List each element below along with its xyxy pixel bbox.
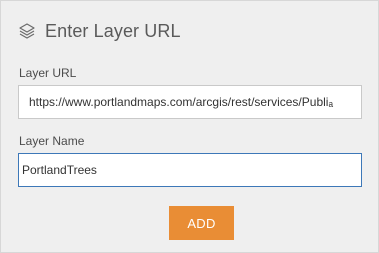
panel-header: Enter Layer URL <box>18 19 181 43</box>
add-layer-panel: Enter Layer URL Layer URL Layer Name ADD <box>0 0 379 253</box>
layers-icon <box>18 22 36 40</box>
dialog-title: Enter Layer URL <box>45 20 181 41</box>
layer-name-label: Layer Name <box>19 134 85 148</box>
layer-name-input[interactable] <box>18 153 362 187</box>
layer-url-input[interactable] <box>18 85 362 119</box>
add-button[interactable]: ADD <box>169 206 234 240</box>
layer-url-label: Layer URL <box>19 66 77 80</box>
